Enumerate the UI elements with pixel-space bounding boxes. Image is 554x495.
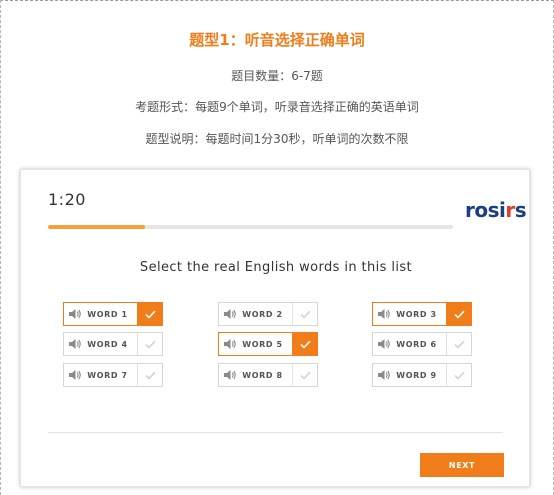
check-icon[interactable] (137, 303, 162, 325)
speaker-icon[interactable] (64, 303, 82, 325)
check-icon[interactable] (446, 333, 471, 355)
speaker-icon[interactable] (219, 303, 237, 325)
instruction-text: Select the real English words in this li… (139, 260, 413, 275)
logo-text: rosi (465, 198, 506, 222)
word-option-2[interactable]: WORD 2 (218, 302, 318, 326)
progress-fill (48, 225, 146, 229)
word-option-8[interactable]: WORD 8 (218, 363, 318, 387)
top-dashed-border (0, 0, 554, 1)
speaker-icon[interactable] (64, 333, 82, 355)
word-option-5[interactable]: WORD 5 (218, 332, 318, 356)
check-icon[interactable] (137, 333, 162, 355)
speaker-icon[interactable] (64, 364, 82, 386)
quiz-card: 1:20 rosirs Select the real English word… (20, 169, 530, 487)
word-option-3[interactable]: WORD 3 (372, 302, 472, 326)
check-icon[interactable] (446, 364, 471, 386)
logo-swoosh: r (505, 198, 515, 222)
progress-bar (48, 225, 453, 229)
check-icon[interactable] (292, 333, 317, 355)
word-label: WORD 9 (396, 370, 437, 380)
check-icon[interactable] (446, 303, 471, 325)
speaker-icon[interactable] (219, 333, 237, 355)
word-option-7[interactable]: WORD 7 (63, 363, 163, 387)
question-count-text: 题目数量：6-7题 (231, 69, 323, 83)
speaker-icon[interactable] (373, 364, 391, 386)
word-label: WORD 1 (87, 309, 128, 319)
word-label: WORD 5 (242, 339, 283, 349)
check-icon[interactable] (292, 364, 317, 386)
word-label: WORD 8 (242, 370, 283, 380)
word-label: WORD 3 (396, 309, 437, 319)
word-option-1[interactable]: WORD 1 (63, 302, 163, 326)
intro-title: 题型1：听音选择正确单词 (189, 31, 365, 49)
timer: 1:20 (48, 190, 86, 209)
word-label: WORD 6 (396, 339, 437, 349)
next-button[interactable]: NEXT (420, 453, 504, 477)
speaker-icon[interactable] (373, 333, 391, 355)
footer-divider (48, 432, 503, 433)
word-option-6[interactable]: WORD 6 (372, 332, 472, 356)
question-format-text: 考题形式：每题9个单词，听录音选择正确的英语单词 (135, 100, 419, 114)
check-icon[interactable] (292, 303, 317, 325)
speaker-icon[interactable] (373, 303, 391, 325)
word-label: WORD 4 (87, 339, 128, 349)
check-icon[interactable] (137, 364, 162, 386)
word-option-9[interactable]: WORD 9 (372, 363, 472, 387)
word-label: WORD 7 (87, 370, 128, 380)
word-option-4[interactable]: WORD 4 (63, 332, 163, 356)
word-label: WORD 2 (242, 309, 283, 319)
rosetta-logo: rosirs (465, 198, 527, 222)
question-description-text: 题型说明：每题时间1分30秒，听单词的次数不限 (145, 132, 409, 146)
logo-tail: s (514, 198, 527, 222)
speaker-icon[interactable] (219, 364, 237, 386)
